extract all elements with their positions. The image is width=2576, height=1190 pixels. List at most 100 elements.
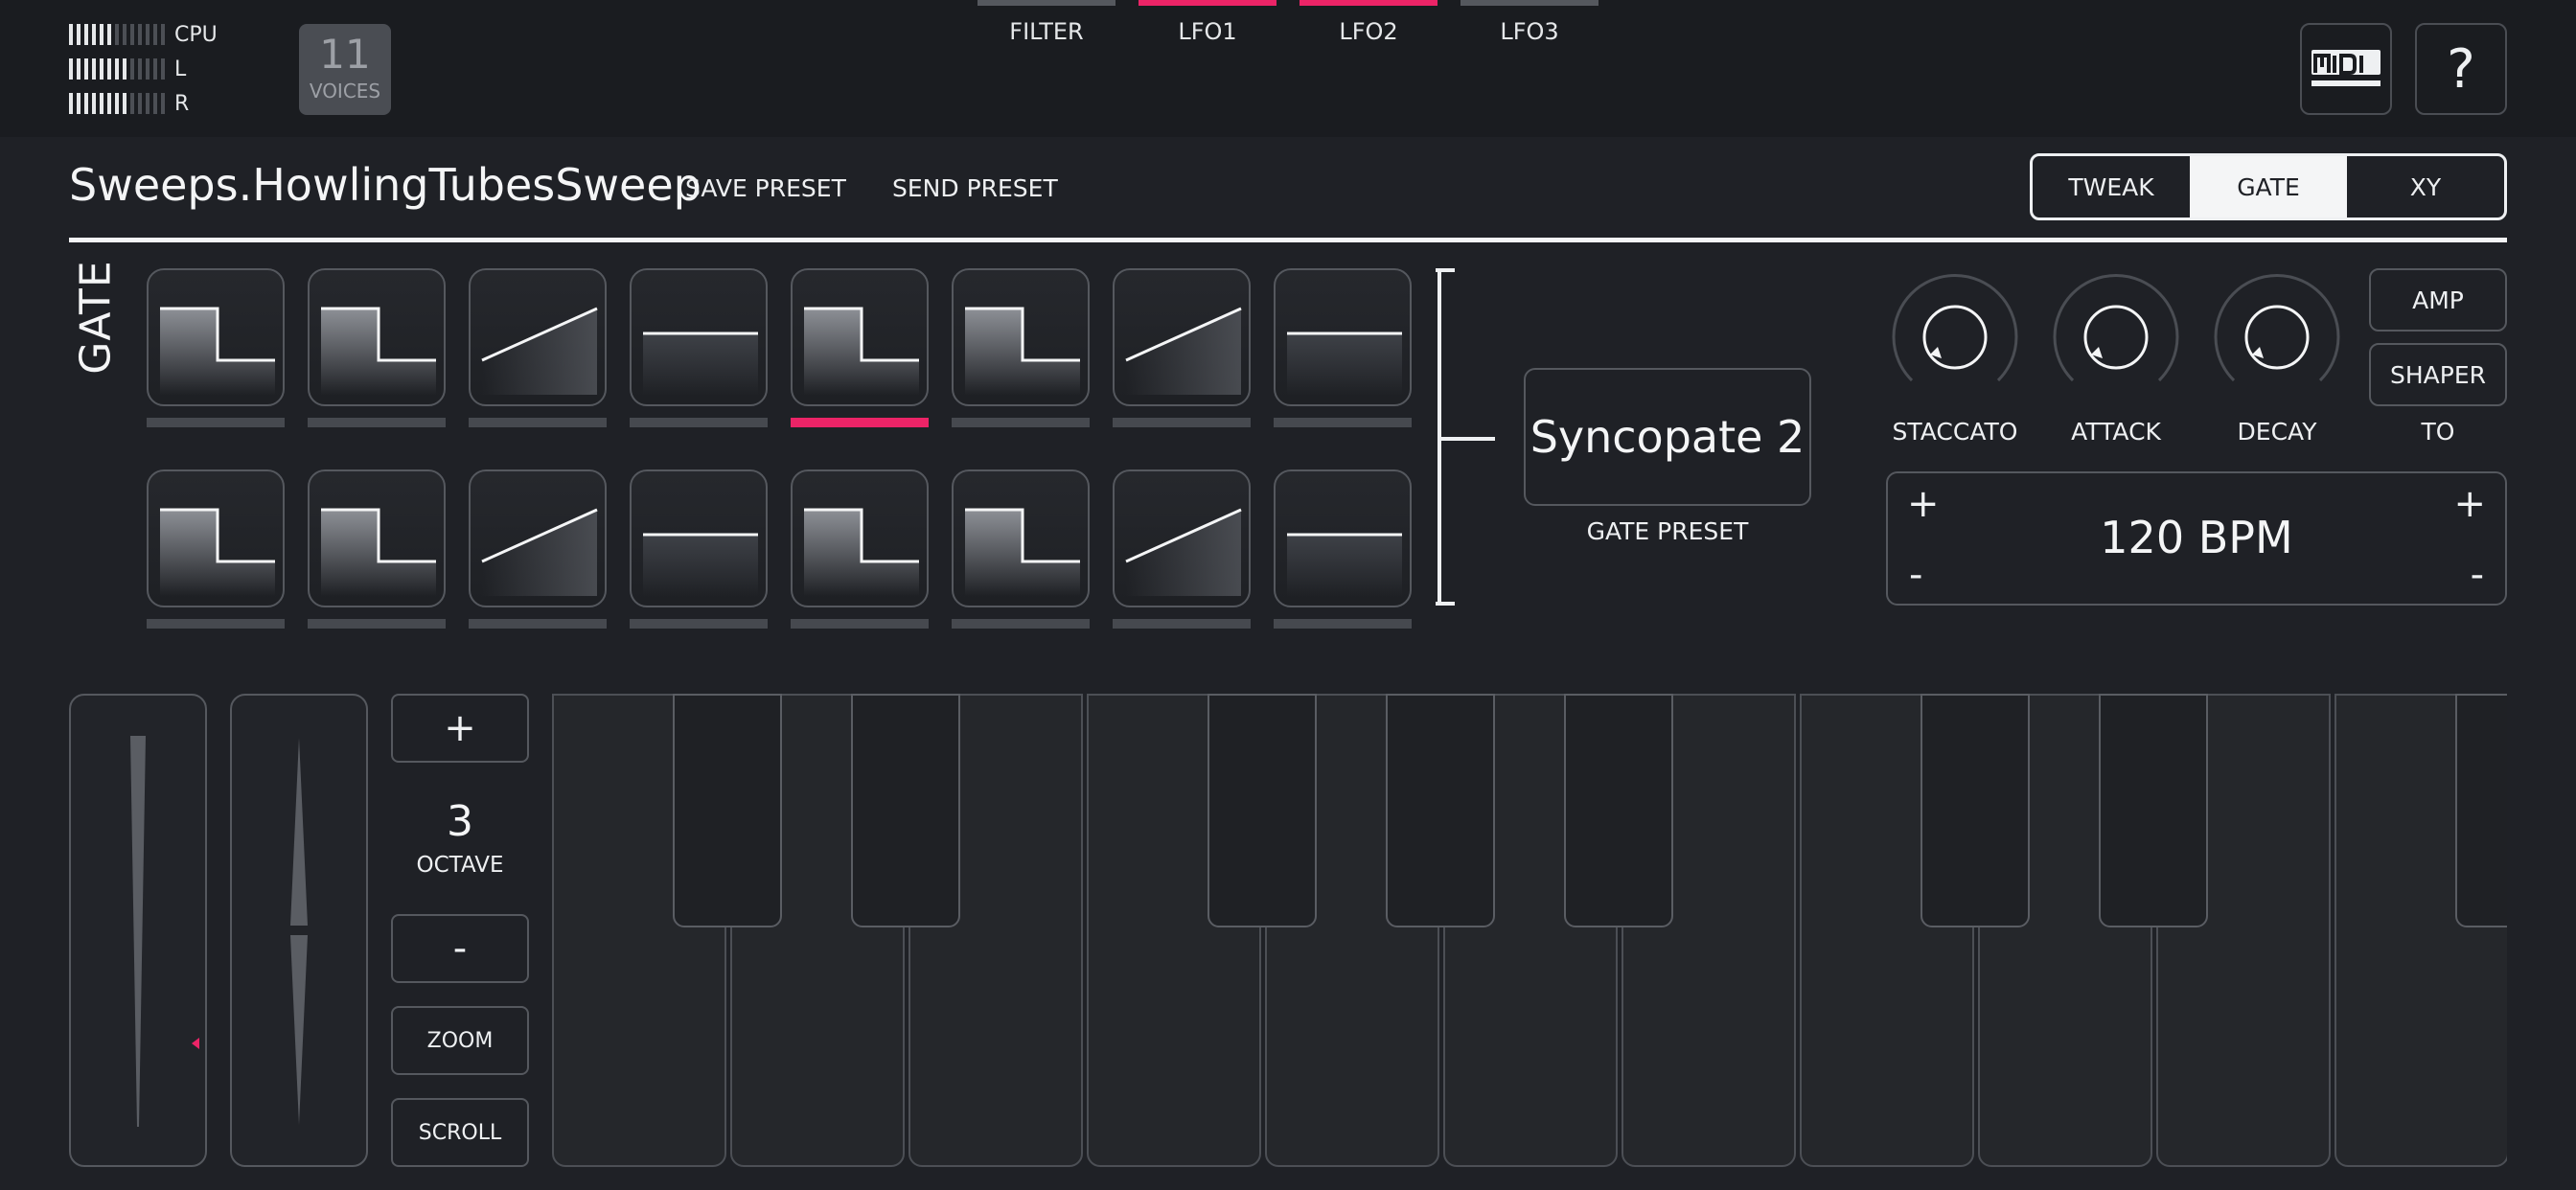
black-key[interactable] <box>1564 694 1673 927</box>
tab-lfo3-indicator <box>1460 0 1598 6</box>
meter-segment <box>77 93 80 114</box>
preset-name[interactable]: Sweeps.HowlingTubesSweep <box>69 159 702 211</box>
octave-value: 3 <box>447 797 473 846</box>
gate-step[interactable] <box>952 469 1090 607</box>
mod-wheel-track-icon <box>130 736 199 1127</box>
gate-step[interactable] <box>1274 268 1412 406</box>
gate-step-indicator <box>147 619 285 629</box>
step-down-wave-icon <box>804 307 919 395</box>
meter-segment <box>161 93 165 114</box>
meter-segment <box>100 58 104 80</box>
modulation-wheel[interactable] <box>69 694 207 1167</box>
octave-down-button[interactable]: - <box>391 914 529 983</box>
gate-step[interactable] <box>1113 469 1251 607</box>
tab-filter-label: FILTER <box>1009 18 1084 45</box>
staccato-knob[interactable] <box>1886 268 2024 406</box>
meter-segment <box>77 58 80 80</box>
gate-step[interactable] <box>147 268 285 406</box>
gate-preset-selector[interactable]: Syncopate 2 <box>1524 368 1811 506</box>
shaper-button[interactable]: SHAPER <box>2369 343 2507 406</box>
meter-segment <box>84 93 88 114</box>
midi-button[interactable] <box>2300 23 2392 115</box>
midi-icon <box>2312 50 2380 86</box>
tab-filter[interactable]: FILTER <box>978 0 1116 57</box>
tab-lfo1[interactable]: LFO1 <box>1138 0 1276 57</box>
gate-step-indicator <box>630 619 768 629</box>
meter-segment <box>130 58 134 80</box>
gate-step[interactable] <box>1113 268 1251 406</box>
tab-lfo3-label: LFO3 <box>1500 18 1559 45</box>
meter-segment <box>161 58 165 80</box>
meter-segment <box>138 93 142 114</box>
mode-selector: TWEAK GATE XY <box>2030 153 2507 220</box>
voices-label: VOICES <box>309 80 381 103</box>
gate-step[interactable] <box>630 268 768 406</box>
zoom-button[interactable]: ZOOM <box>391 1006 529 1075</box>
decay-knob[interactable] <box>2208 268 2346 406</box>
gate-step-indicator <box>308 418 446 427</box>
gate-step[interactable] <box>1274 469 1412 607</box>
gate-step-indicator <box>791 418 929 427</box>
gate-step[interactable] <box>469 268 607 406</box>
mode-xy[interactable]: XY <box>2347 156 2504 217</box>
gate-step[interactable] <box>308 469 446 607</box>
black-key[interactable] <box>1920 694 2030 927</box>
step-down-wave-icon <box>160 508 275 596</box>
meter-segment <box>146 93 150 114</box>
step-down-wave-icon <box>965 508 1080 596</box>
meter-segment <box>138 58 142 80</box>
meter-segment <box>100 93 104 114</box>
step-down-wave-icon <box>321 508 436 596</box>
meter-segment <box>77 24 80 45</box>
black-key[interactable] <box>851 694 960 927</box>
gate-step[interactable] <box>791 268 929 406</box>
gate-step[interactable] <box>469 469 607 607</box>
meter-segment <box>130 93 134 114</box>
meter-l: L <box>69 57 186 81</box>
gate-step[interactable] <box>791 469 929 607</box>
gate-step-indicator <box>952 619 1090 629</box>
meter-segment <box>115 24 119 45</box>
save-preset-button[interactable]: SAVE PRESET <box>685 174 846 202</box>
gate-step[interactable] <box>630 469 768 607</box>
black-key[interactable] <box>1386 694 1495 927</box>
gate-step[interactable] <box>308 268 446 406</box>
meter-segment <box>92 93 96 114</box>
meter-segment <box>107 93 111 114</box>
mode-gate[interactable]: GATE <box>2190 156 2347 217</box>
meter-segment <box>130 24 134 45</box>
meter-segment <box>153 58 157 80</box>
tab-lfo2-indicator <box>1300 0 1438 6</box>
bpm-increment-right[interactable]: + <box>2453 485 2486 523</box>
black-key[interactable] <box>2099 694 2208 927</box>
meter-segment <box>107 58 111 80</box>
scroll-button[interactable]: SCROLL <box>391 1098 529 1167</box>
tab-lfo1-indicator <box>1138 0 1276 6</box>
octave-up-button[interactable]: + <box>391 694 529 763</box>
gate-step[interactable] <box>952 268 1090 406</box>
meter-segment <box>123 58 126 80</box>
black-key[interactable] <box>673 694 782 927</box>
ramp-up-wave-icon <box>1125 307 1242 395</box>
pitch-wheel[interactable] <box>230 694 368 1167</box>
piano-keyboard <box>552 694 2507 1167</box>
mode-tweak[interactable]: TWEAK <box>2033 156 2190 217</box>
tab-lfo3[interactable]: LFO3 <box>1460 0 1598 57</box>
ramp-up-wave-icon <box>1125 508 1242 596</box>
help-icon: ? <box>2447 37 2475 101</box>
help-button[interactable]: ? <box>2415 23 2507 115</box>
pitch-wheel-track-icon <box>290 738 308 1125</box>
flat-wave-icon <box>1287 332 1402 395</box>
meter-cpu: CPU <box>69 23 218 47</box>
amp-button[interactable]: AMP <box>2369 268 2507 332</box>
meter-segment <box>69 58 73 80</box>
gate-step[interactable] <box>147 469 285 607</box>
bpm-decrement-right[interactable]: - <box>2471 556 2484 594</box>
attack-knob[interactable] <box>2047 268 2185 406</box>
knob-dial-icon <box>1892 273 2018 382</box>
meter-segment <box>92 24 96 45</box>
send-preset-button[interactable]: SEND PRESET <box>892 174 1058 202</box>
black-key[interactable] <box>2455 694 2507 927</box>
black-key[interactable] <box>1208 694 1317 927</box>
tab-lfo2[interactable]: LFO2 <box>1300 0 1438 57</box>
